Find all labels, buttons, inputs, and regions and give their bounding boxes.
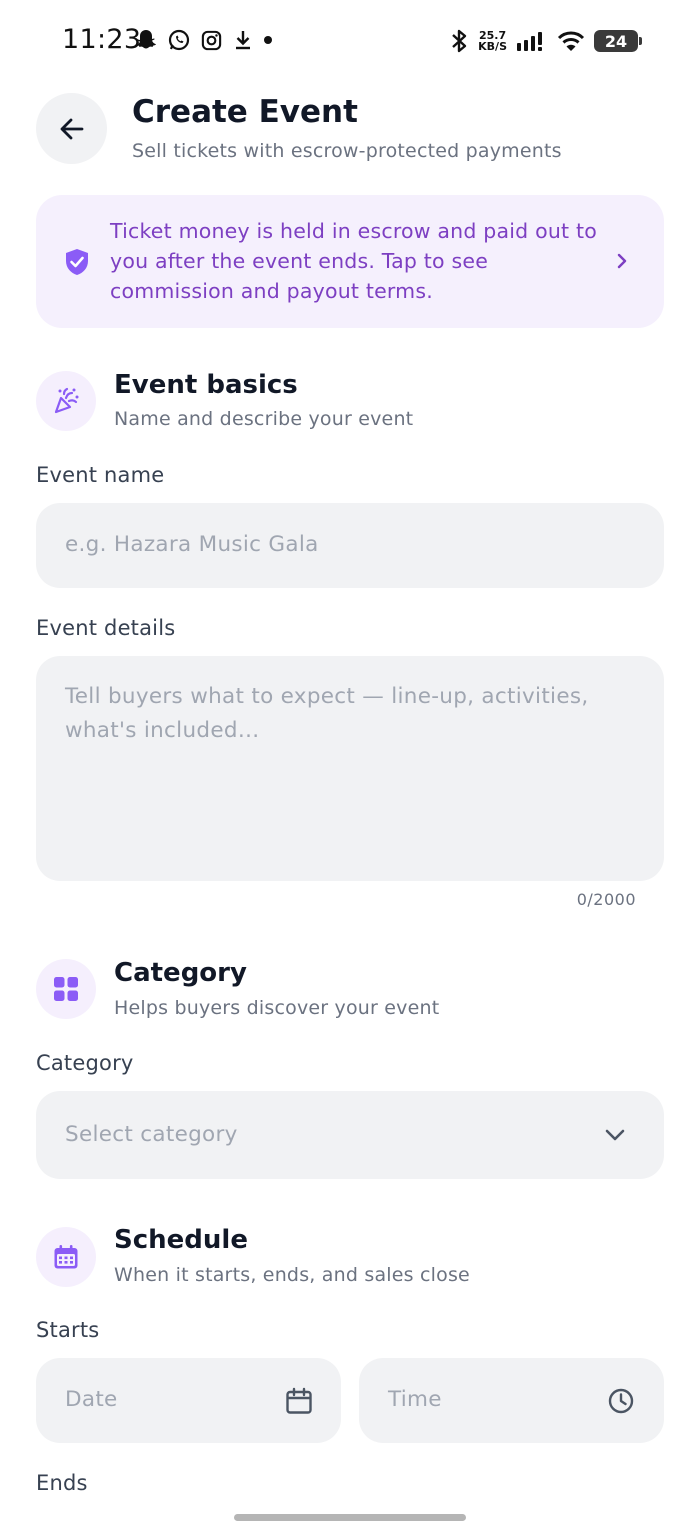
chevron-right-icon (617, 253, 627, 269)
section-title-basics: Event basics (114, 370, 298, 400)
wifi-icon (557, 31, 585, 51)
event-details-textarea[interactable]: Tell buyers what to expect — line-up, ac… (36, 656, 664, 881)
section-desc-basics: Name and describe your event (114, 408, 414, 430)
start-time-placeholder: Time (388, 1387, 442, 1412)
escrow-info-text: Ticket money is held in escrow and paid … (110, 219, 597, 303)
category-select[interactable]: Select category (36, 1091, 664, 1179)
category-placeholder: Select category (65, 1122, 238, 1147)
snapchat-icon (136, 30, 156, 49)
start-time-input[interactable]: Time (359, 1358, 664, 1443)
escrow-info-banner[interactable]: Ticket money is held in escrow and paid … (36, 195, 664, 328)
event-details-placeholder: Tell buyers what to expect — line-up, ac… (65, 684, 589, 743)
category-label: Category (36, 1051, 134, 1075)
arrow-left-icon (60, 118, 83, 139)
notification-icons (134, 28, 273, 52)
instagram-icon (201, 30, 222, 50)
bluetooth-icon (452, 29, 467, 53)
ends-label: Ends (36, 1471, 88, 1495)
page-title: Create Event (132, 94, 358, 130)
section-icon-category (36, 959, 96, 1019)
section-desc-schedule: When it starts, ends, and sales close (114, 1264, 470, 1286)
event-name-label: Event name (36, 463, 165, 487)
more-notifications-dot-icon (264, 36, 272, 44)
grid-icon (54, 977, 78, 1001)
section-icon-basics (36, 371, 96, 431)
event-details-label: Event details (36, 616, 176, 640)
details-char-counter: 0/2000 (576, 890, 636, 909)
calendar-icon (54, 1245, 78, 1269)
shield-check-icon (66, 249, 88, 275)
starts-label: Starts (36, 1318, 100, 1342)
page-subtitle: Sell tickets with escrow-protected payme… (132, 140, 562, 162)
network-speed: 25.7 KB/S (478, 30, 507, 52)
signal-icon (517, 32, 542, 51)
whatsapp-icon (168, 29, 190, 51)
calendar-icon (286, 1387, 312, 1414)
section-title-schedule: Schedule (114, 1225, 248, 1255)
chevron-down-icon (605, 1129, 625, 1141)
status-bar: 11:23 25.7 KB/S 24 (0, 22, 700, 62)
event-name-input[interactable]: e.g. Hazara Music Gala (36, 503, 664, 588)
section-desc-category: Helps buyers discover your event (114, 997, 440, 1019)
section-icon-schedule (36, 1227, 96, 1287)
create-event-screen: 11:23 25.7 KB/S 24 Create Event Sell tic… (0, 0, 700, 1532)
clock-icon (608, 1388, 634, 1413)
section-title-category: Category (114, 958, 247, 988)
download-icon (236, 31, 250, 50)
battery-indicator: 24 (594, 30, 642, 52)
party-popper-icon (54, 387, 79, 414)
start-date-placeholder: Date (65, 1387, 118, 1412)
event-name-placeholder: e.g. Hazara Music Gala (65, 532, 319, 557)
back-button[interactable] (36, 93, 107, 164)
start-date-input[interactable]: Date (36, 1358, 341, 1443)
home-indicator[interactable] (234, 1514, 466, 1521)
system-status-icons: 25.7 KB/S 24 (449, 28, 642, 54)
status-time: 11:23 (62, 24, 142, 55)
network-speed-unit: KB/S (478, 40, 507, 53)
